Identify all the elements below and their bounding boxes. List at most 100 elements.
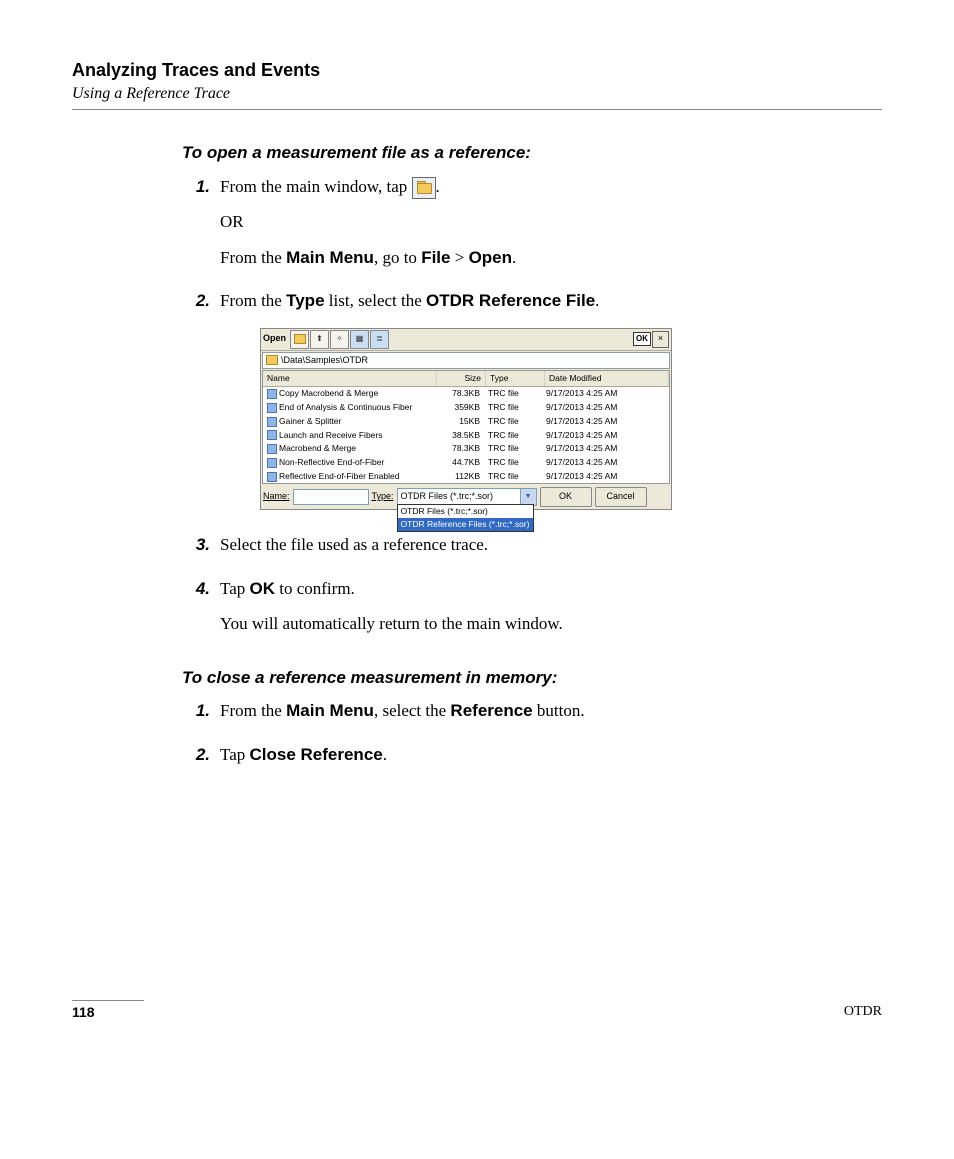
name-label: Name: xyxy=(263,490,290,504)
text: button. xyxy=(533,701,585,720)
step-number: 1. xyxy=(182,174,210,200)
step-number: 2. xyxy=(182,288,210,314)
file-row[interactable]: Launch and Receive Fibers38.5KBTRC file9… xyxy=(263,428,669,442)
toolbar-up-icon[interactable]: ⬆ xyxy=(310,330,329,349)
path-bar[interactable]: \Data\Samples\OTDR xyxy=(262,352,670,370)
file-list: Name Size Type Date Modified Copy Macrob… xyxy=(262,370,670,484)
file-type: TRC file xyxy=(484,456,542,470)
col-date[interactable]: Date Modified xyxy=(545,371,669,386)
file-type: TRC file xyxy=(484,442,542,456)
file-row[interactable]: Macrobend & Merge 78.3KBTRC file9/17/2013… xyxy=(263,442,669,456)
file-type: TRC file xyxy=(484,414,542,428)
file-row[interactable]: Gainer & Splitter 15KBTRC file9/17/2013 4… xyxy=(263,414,669,428)
name-input[interactable] xyxy=(293,489,369,505)
file-icon xyxy=(267,403,277,413)
col-type[interactable]: Type xyxy=(486,371,545,386)
bold: OK xyxy=(250,579,276,598)
file-icon xyxy=(267,444,277,454)
file-date: 9/17/2013 4:25 AM xyxy=(542,414,669,428)
section-title: Using a Reference Trace xyxy=(72,85,882,103)
footer: 118 OTDR xyxy=(72,1000,882,1020)
text: . xyxy=(383,745,387,764)
dialog-titlebar: Open ⬆ ✧ ▦ ≣ OK × xyxy=(261,329,671,351)
procedure-heading: To close a reference measurement in memo… xyxy=(182,665,882,691)
header-rule xyxy=(72,109,882,110)
file-size: 78.3KB xyxy=(436,442,484,456)
file-date: 9/17/2013 4:25 AM xyxy=(542,456,669,470)
page-number: 118 xyxy=(72,1004,95,1020)
text: You will automatically return to the mai… xyxy=(220,611,882,637)
chevron-down-icon: ▼ xyxy=(520,489,536,505)
text: list, select the xyxy=(325,291,427,310)
col-size[interactable]: Size xyxy=(437,371,486,386)
bold: Reference xyxy=(450,701,532,720)
file-row[interactable]: Copy Macrobend & Merge78.3KBTRC file9/17… xyxy=(263,387,669,401)
step-number: 1. xyxy=(182,698,210,724)
text: From the main window, tap xyxy=(220,177,412,196)
doc-name: OTDR xyxy=(844,1004,882,1020)
text: . xyxy=(595,291,599,310)
titlebar-ok-button[interactable]: OK xyxy=(633,332,651,346)
file-type: TRC file xyxy=(484,387,542,401)
file-icon xyxy=(267,417,277,427)
file-date: 9/17/2013 4:25 AM xyxy=(542,469,669,483)
bold: File xyxy=(421,248,450,267)
toolbar-list-view-icon[interactable]: ≣ xyxy=(370,330,389,349)
bold: Main Menu xyxy=(286,248,374,267)
file-row[interactable]: Non-Reflective End-of-Fiber 44.7KBTRC fil… xyxy=(263,456,669,470)
file-name: Gainer & Splitter xyxy=(279,416,341,426)
step-3: 3. Select the file used as a reference t… xyxy=(182,532,882,568)
step-2b: 2. Tap Close Reference. xyxy=(182,742,882,778)
step-number: 3. xyxy=(182,532,210,558)
text: Tap xyxy=(220,579,250,598)
step-2: 2. From the Type list, select the OTDR R… xyxy=(182,288,882,524)
text: , go to xyxy=(374,248,421,267)
step-4: 4. Tap OK to confirm. You will automatic… xyxy=(182,576,882,647)
text: . xyxy=(436,177,440,196)
file-row[interactable]: Reflective End-of-Fiber Enabled112KBTRC … xyxy=(263,469,669,483)
text-or: OR xyxy=(220,209,882,235)
text: Tap xyxy=(220,745,250,764)
type-select-value: OTDR Files (*.trc;*.sor) xyxy=(401,490,494,504)
file-size: 15KB xyxy=(436,414,484,428)
text: to confirm. xyxy=(275,579,355,598)
text: > xyxy=(450,248,468,267)
file-icon xyxy=(267,430,277,440)
file-size: 44.7KB xyxy=(436,456,484,470)
file-icon xyxy=(267,458,277,468)
file-name: End of Analysis & Continuous Fiber xyxy=(279,402,412,412)
file-size: 359KB xyxy=(436,401,484,415)
text: , select the xyxy=(374,701,450,720)
file-row[interactable]: End of Analysis & Continuous Fiber359KBT… xyxy=(263,401,669,415)
list-header[interactable]: Name Size Type Date Modified xyxy=(263,371,669,387)
bold: Open xyxy=(469,248,512,267)
type-dropdown: OTDR Files (*.trc;*.sor) OTDR Reference … xyxy=(397,504,534,532)
file-date: 9/17/2013 4:25 AM xyxy=(542,401,669,415)
cancel-button[interactable]: Cancel xyxy=(595,487,647,507)
step-number: 2. xyxy=(182,742,210,768)
type-label: Type: xyxy=(372,490,394,504)
toolbar-new-icon[interactable]: ✧ xyxy=(330,330,349,349)
text: From the xyxy=(220,291,286,310)
toolbar-icons-view-icon[interactable]: ▦ xyxy=(350,330,369,349)
file-name: Non-Reflective End-of-Fiber xyxy=(279,457,384,467)
open-dialog: Open ⬆ ✧ ▦ ≣ OK × \Data\Samples\OTDR xyxy=(260,328,672,511)
type-option-selected[interactable]: OTDR Reference Files (*.trc;*.sor) xyxy=(398,518,533,531)
type-option[interactable]: OTDR Files (*.trc;*.sor) xyxy=(398,505,533,518)
file-name: Macrobend & Merge xyxy=(279,443,356,453)
folder-icon xyxy=(294,334,306,344)
ok-button[interactable]: OK xyxy=(540,487,592,507)
col-name[interactable]: Name xyxy=(263,371,437,386)
bold: OTDR Reference File xyxy=(426,291,595,310)
titlebar-close-button[interactable]: × xyxy=(652,331,669,348)
file-icon xyxy=(267,472,277,482)
file-date: 9/17/2013 4:25 AM xyxy=(542,442,669,456)
open-folder-icon xyxy=(412,177,436,199)
file-date: 9/17/2013 4:25 AM xyxy=(542,428,669,442)
dialog-bottom: Name: Type: OTDR Files (*.trc;*.sor) ▼ O… xyxy=(261,485,671,509)
folder-icon xyxy=(266,355,278,365)
file-name: Reflective End-of-Fiber Enabled xyxy=(279,471,399,481)
file-type: TRC file xyxy=(484,428,542,442)
text: From the xyxy=(220,701,286,720)
toolbar-open-icon[interactable] xyxy=(290,330,309,349)
